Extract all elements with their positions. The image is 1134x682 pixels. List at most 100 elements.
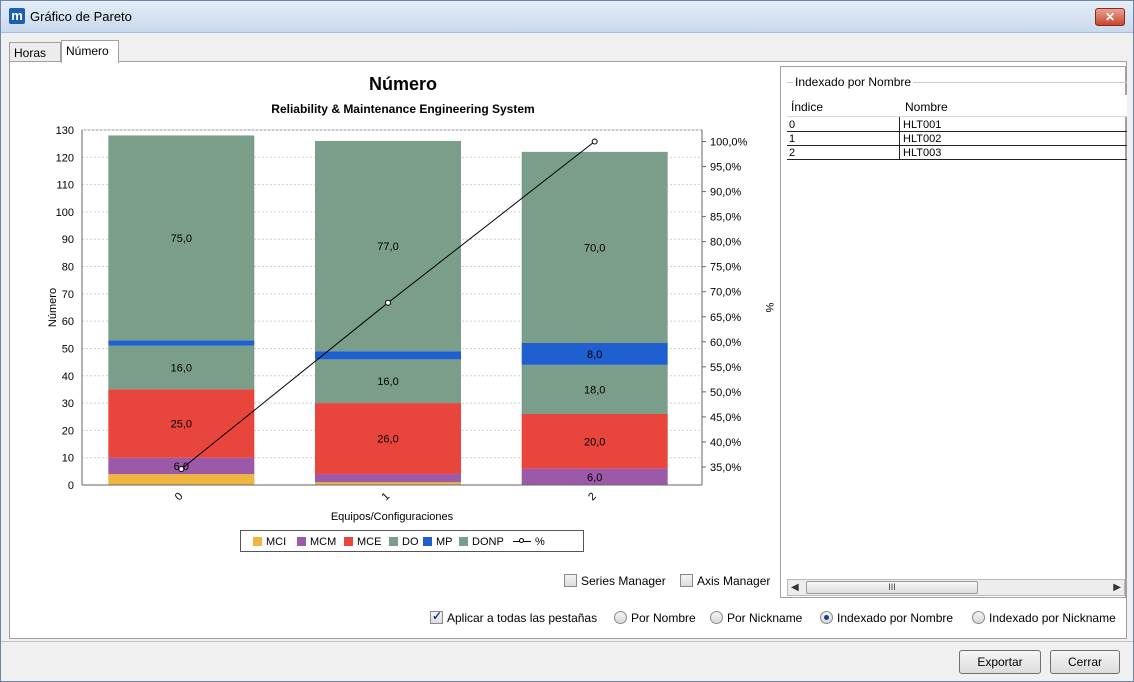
tab-panel-numero: Número Reliability & Maintenance Enginee… [9, 61, 1127, 639]
row-nombre: HLT001 [903, 119, 942, 131]
legend-swatch-donp [459, 537, 468, 546]
legend-label-donp: DONP [472, 536, 504, 548]
index-panel: Indexado por Nombre Índice Nombre 0 HLT00… [780, 66, 1127, 598]
y-tick-label: 70 [62, 289, 74, 301]
y2-tick-label: 75,0% [710, 262, 741, 274]
y2-tick-label: 40,0% [710, 437, 741, 449]
dialog-button-bar: Exportar Cerrar [1, 641, 1133, 681]
y-tick-label: 40 [62, 371, 74, 383]
indexado-nickname-label: Indexado por Nickname [989, 611, 1116, 625]
y2-tick-label: 60,0% [710, 337, 741, 349]
y2-tick-label: 45,0% [710, 412, 741, 424]
data-label: 75,0 [171, 233, 192, 245]
y-tick-label: 0 [68, 480, 74, 492]
y-tick-label: 120 [56, 152, 74, 164]
column-divider [899, 117, 900, 159]
axis-manager-toggle[interactable]: Axis Manager [680, 574, 770, 588]
pareto-window: m Gráfico de Pareto ✕ Horas Número Númer… [0, 0, 1134, 682]
data-label: 16,0 [377, 376, 398, 388]
series-manager-label: Series Manager [581, 574, 666, 588]
table-row[interactable]: 0 HLT001 [787, 119, 1127, 132]
legend-swatch-do [389, 537, 398, 546]
legend-label-mci: MCI [266, 536, 287, 548]
y2-tick-label: 70,0% [710, 287, 741, 299]
legend-label-mce: MCE [357, 536, 382, 548]
row-nombre: HLT002 [903, 133, 942, 145]
legend-label-do: DO [402, 536, 419, 548]
app-logo-icon: m [9, 8, 25, 24]
data-label: 77,0 [377, 241, 398, 253]
chart-legend: MCI MCM MCE DO MP DONP % [240, 530, 584, 552]
y2-tick-label: 50,0% [710, 387, 741, 399]
bar-mp [108, 340, 255, 346]
series-manager-toggle[interactable]: Series Manager [564, 574, 666, 588]
indexado-nickname-radio[interactable] [972, 611, 985, 624]
pareto-point [178, 465, 185, 472]
legend-item-do: DO [389, 536, 419, 548]
y2-tick-label: 65,0% [710, 312, 741, 324]
data-label: 8,0 [587, 349, 602, 361]
axis-manager-checkbox[interactable] [680, 574, 693, 587]
scroll-thumb[interactable]: III [806, 581, 978, 594]
y-tick-label: 80 [62, 262, 74, 274]
y-tick-label: 10 [62, 453, 74, 465]
data-label: 20,0 [584, 436, 605, 448]
legend-item-mci: MCI [253, 536, 286, 548]
por-nombre-radio[interactable] [614, 611, 627, 624]
por-nombre-label: Por Nombre [631, 611, 696, 625]
table-row[interactable]: 1 HLT002 [787, 133, 1127, 146]
horizontal-scrollbar[interactable]: ◀ III ▶ [787, 579, 1125, 596]
pareto-point [591, 138, 598, 145]
por-nombre-option[interactable]: Por Nombre [614, 611, 696, 625]
data-label: 26,0 [377, 434, 398, 446]
por-nickname-radio[interactable] [710, 611, 723, 624]
header-indice[interactable]: Índice [791, 100, 823, 114]
legend-item-mp: MP [423, 536, 453, 548]
legend-label-mcm: MCM [310, 536, 337, 548]
series-manager-checkbox[interactable] [564, 574, 577, 587]
indexado-nombre-radio[interactable] [820, 611, 833, 624]
pareto-point [385, 299, 391, 306]
por-nickname-option[interactable]: Por Nickname [710, 611, 802, 625]
y2-tick-label: 90,0% [710, 187, 741, 199]
y-axis-label: Número [47, 288, 59, 327]
pareto-chart: Número Reliability & Maintenance Enginee… [20, 70, 786, 596]
bar-mcm [315, 474, 461, 483]
legend-swatch-mp [423, 537, 432, 546]
scroll-left-icon[interactable]: ◀ [791, 582, 799, 593]
tab-horas[interactable]: Horas [9, 42, 61, 62]
indexado-nickname-option[interactable]: Indexado por Nickname [972, 611, 1116, 625]
tab-numero[interactable]: Número [61, 40, 119, 63]
y-tick-label: 50 [62, 343, 74, 355]
legend-swatch-mcm [297, 537, 306, 546]
por-nickname-label: Por Nickname [727, 611, 803, 625]
data-label: 16,0 [171, 363, 192, 375]
chart-plot: 010203040506070809010011012013035,0%40,0… [47, 125, 775, 523]
table-row[interactable]: 2 HLT003 [787, 147, 1127, 160]
legend-item-donp: DONP [459, 536, 504, 548]
y-tick-label: 30 [62, 398, 74, 410]
data-label: 18,0 [584, 384, 605, 396]
exportar-button[interactable]: Exportar [959, 650, 1041, 674]
row-indice: 0 [789, 119, 796, 131]
scroll-right-icon[interactable]: ▶ [1113, 582, 1121, 593]
indexado-nombre-label: Indexado por Nombre [837, 611, 954, 625]
legend-swatch-mce [344, 537, 353, 546]
header-nombre[interactable]: Nombre [905, 100, 948, 114]
index-table-header: Índice Nombre [787, 95, 1127, 117]
close-window-button[interactable]: ✕ [1095, 8, 1125, 26]
apply-all-tabs-option[interactable]: Aplicar a todas las pestañas [430, 609, 597, 625]
apply-all-checkbox[interactable] [430, 609, 443, 624]
indexado-nombre-option[interactable]: Indexado por Nombre [820, 611, 953, 625]
legend-line-marker-icon [513, 538, 531, 543]
legend-label-percent: % [535, 536, 545, 548]
legend-item-mce: MCE [344, 536, 381, 548]
x-tick-label: 1 [379, 490, 392, 503]
y2-axis-label: % [763, 303, 775, 313]
bar-mci [108, 474, 255, 485]
title-bar: m Gráfico de Pareto ✕ [1, 1, 1133, 33]
x-tick-label: 2 [586, 490, 599, 503]
y2-tick-label: 55,0% [710, 362, 741, 374]
x-axis-label: Equipos/Configuraciones [331, 511, 454, 523]
cerrar-button[interactable]: Cerrar [1050, 650, 1120, 674]
